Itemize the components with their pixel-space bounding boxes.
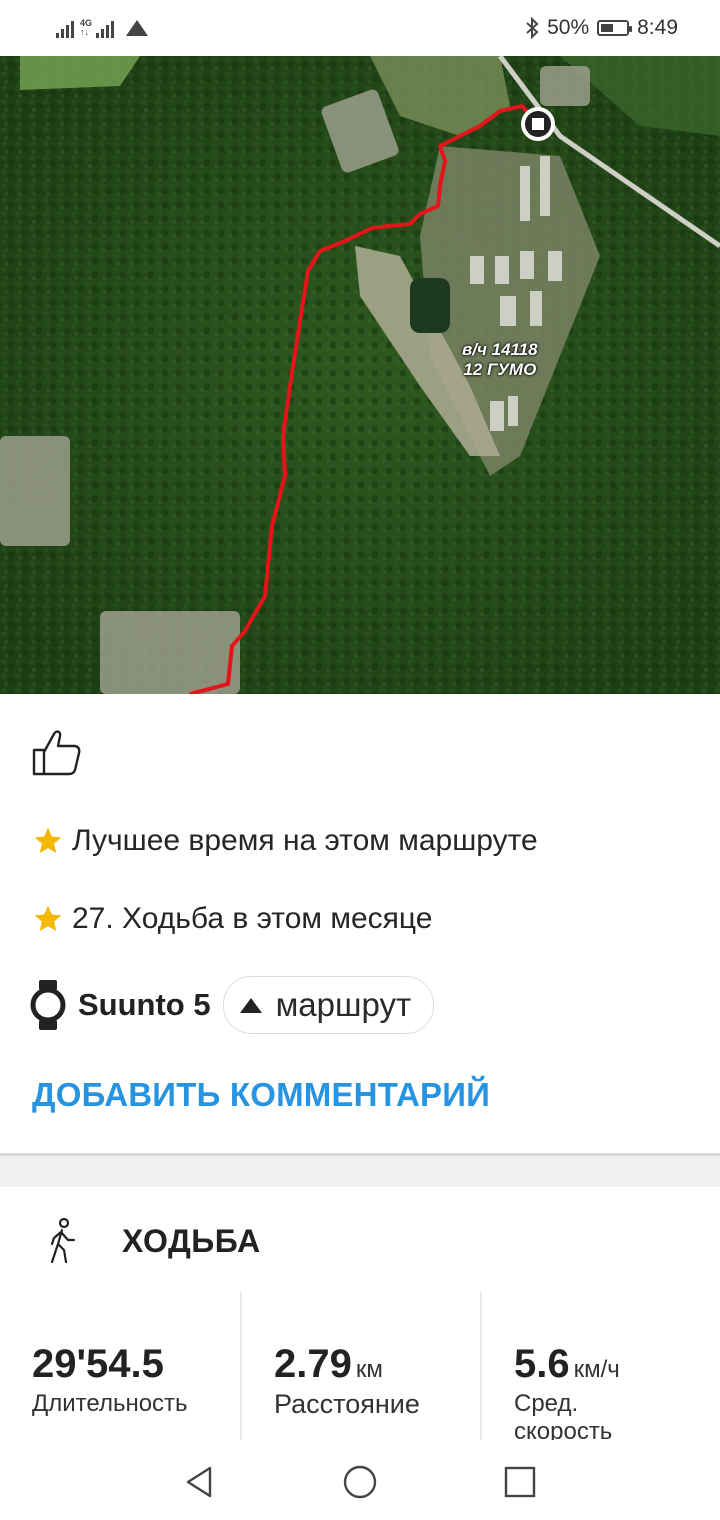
stat-avg-speed: 5.6 км/ч Сред. скорость bbox=[480, 1292, 720, 1445]
stat-label: Длительность bbox=[32, 1390, 188, 1417]
stat-distance: 2.79 км Расстояние bbox=[240, 1292, 480, 1440]
stat-duration: 29'54.5 Длительность bbox=[0, 1292, 240, 1440]
route-map[interactable]: в/ч 14118 12 ГУМО bbox=[0, 56, 720, 694]
upload-triangle-icon bbox=[126, 20, 149, 36]
section-divider bbox=[0, 1153, 720, 1187]
status-bar: 4G ↑↓ 50% 8:49 bbox=[0, 0, 720, 56]
stop-icon bbox=[521, 107, 555, 141]
route-button[interactable]: маршрут bbox=[222, 976, 435, 1034]
activity-header: ХОДЬБА bbox=[44, 1218, 261, 1264]
thumbs-up-icon[interactable] bbox=[30, 726, 82, 778]
stat-label: Сред. скорость bbox=[514, 1390, 613, 1445]
status-left: 4G ↑↓ bbox=[56, 14, 149, 42]
battery-icon bbox=[597, 20, 633, 36]
signal-icon bbox=[56, 18, 74, 38]
bluetooth-icon bbox=[526, 17, 539, 39]
battery-percent: 50% bbox=[547, 16, 590, 39]
device-name: Suunto 5 bbox=[78, 987, 211, 1022]
route-triangle-icon bbox=[239, 997, 262, 1013]
stat-label: Расстояние bbox=[274, 1389, 420, 1419]
home-icon[interactable] bbox=[340, 1462, 380, 1502]
system-nav-bar bbox=[0, 1440, 720, 1520]
clock: 8:49 bbox=[637, 16, 678, 39]
achievement-best-time: Лучшее время на этом маршруте bbox=[32, 824, 538, 858]
stat-value: 5.6 bbox=[514, 1342, 570, 1386]
stat-unit: км/ч bbox=[573, 1356, 620, 1383]
stat-value: 2.79 bbox=[274, 1342, 352, 1386]
recents-icon[interactable] bbox=[500, 1462, 540, 1502]
stat-unit: км bbox=[355, 1356, 383, 1383]
signal-4g-icon: 4G ↑↓ bbox=[80, 18, 93, 37]
signal-icon-2 bbox=[96, 18, 115, 38]
star-icon bbox=[34, 827, 62, 853]
walking-icon bbox=[50, 1218, 76, 1264]
watch-icon bbox=[30, 980, 66, 1030]
achievement-month-walk: 27. Ходьба в этом месяце bbox=[32, 902, 432, 936]
activity-title: ХОДЬБА bbox=[122, 1222, 261, 1259]
stat-value: 29'54.5 bbox=[32, 1342, 164, 1386]
map-label: в/ч 14118 12 ГУМО bbox=[462, 340, 538, 379]
add-comment-link[interactable]: ДОБАВИТЬ КОММЕНТАРИЙ bbox=[32, 1076, 490, 1114]
status-right: 50% 8:49 bbox=[525, 12, 678, 44]
device-row: Suunto 5 маршрут bbox=[30, 976, 435, 1034]
star-icon bbox=[34, 905, 62, 931]
back-icon[interactable] bbox=[180, 1462, 220, 1502]
